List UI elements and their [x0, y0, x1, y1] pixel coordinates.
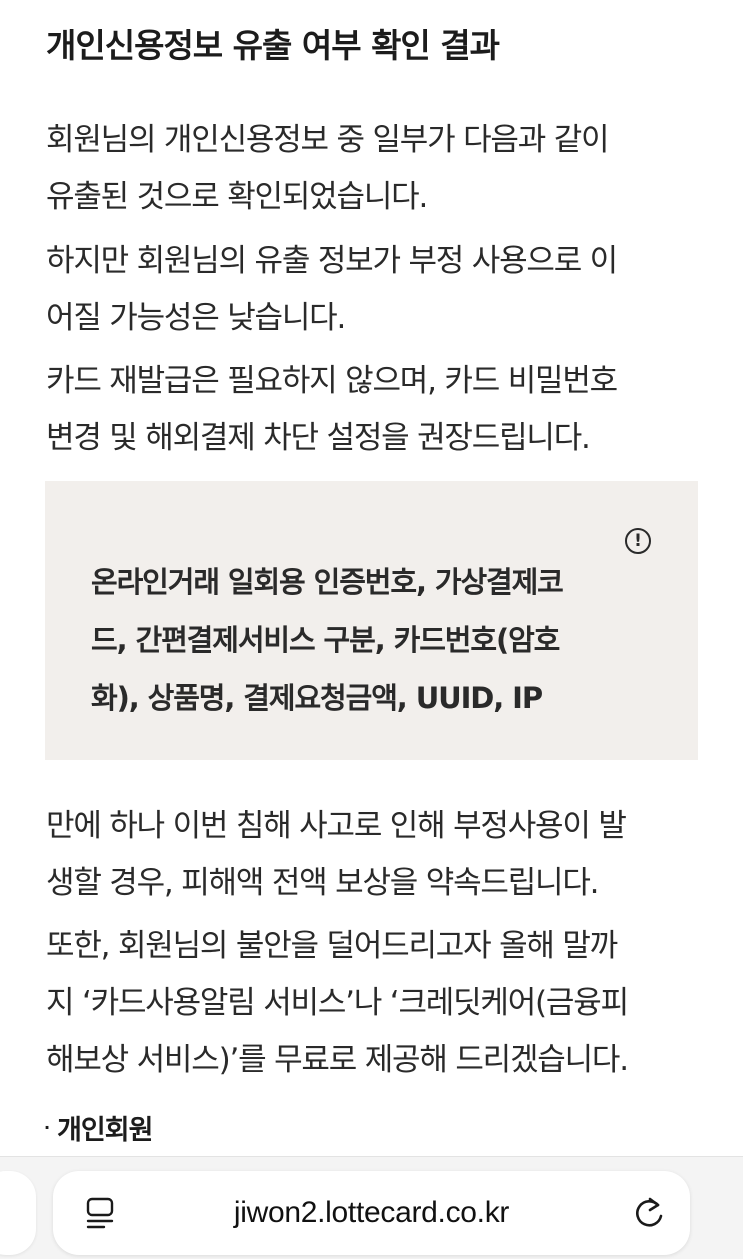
section-personal-member: · 개인회원: [44, 1108, 153, 1151]
paragraph-line: 회원님의 개인신용정보 중 일부가 다음과 같이: [46, 122, 610, 158]
paragraph-line: 만에 하나 이번 침해 사고로 인해 부정사용이 발: [46, 808, 627, 844]
address-bar[interactable]: jiwon2.lottecard.co.kr: [53, 1171, 690, 1255]
page-content: 개인신용정보 유출 여부 확인 결과 회원님의 개인신용정보 중 일부가 다음과…: [0, 0, 743, 1160]
leaked-info-list: 온라인거래 일회용 인증번호, 가상결제코 드, 간편결제서비스 구분, 카드번…: [91, 553, 671, 727]
leaked-info-line: 화), 상품명, 결제요청금액, UUID, IP: [91, 681, 543, 715]
paragraph-line: 지 ‘카드사용알림 서비스’나 ‘크레딧케어(금융피: [46, 985, 629, 1021]
info-circle-icon[interactable]: !: [625, 528, 651, 554]
section-label-text: 개인회원: [57, 1115, 153, 1146]
paragraph-line: 해보상 서비스)’를 무료로 제공해 드리겠습니다.: [46, 1042, 629, 1078]
previous-tab-card[interactable]: [0, 1171, 36, 1255]
paragraph-line: 또한, 회원님의 불안을 덜어드리고자 올해 말까: [46, 928, 618, 964]
paragraph-compensation: 만에 하나 이번 침해 사고로 인해 부정사용이 발 생할 경우, 피해액 전액…: [46, 798, 706, 912]
page-title: 개인신용정보 유출 여부 확인 결과: [46, 26, 500, 65]
paragraph-recommendation: 카드 재발급은 필요하지 않으며, 카드 비밀번호 변경 및 해외결제 차단 설…: [46, 353, 706, 467]
paragraph-free-service: 또한, 회원님의 불안을 덜어드리고자 올해 말까 지 ‘카드사용알림 서비스’…: [46, 918, 706, 1089]
reload-icon[interactable]: [632, 1195, 666, 1231]
paragraph-line: 하지만 회원님의 유출 정보가 부정 사용으로 이: [46, 243, 618, 279]
paragraph-line: 어질 가능성은 낮습니다.: [46, 300, 346, 336]
paragraph-line: 유출된 것으로 확인되었습니다.: [46, 179, 428, 215]
url-text[interactable]: jiwon2.lottecard.co.kr: [53, 1193, 690, 1233]
paragraph-line: 카드 재발급은 필요하지 않으며, 카드 비밀번호: [46, 363, 618, 399]
leaked-info-line: 온라인거래 일회용 인증번호, 가상결제코: [91, 565, 564, 599]
paragraph-low-risk: 하지만 회원님의 유출 정보가 부정 사용으로 이 어질 가능성은 낮습니다.: [46, 233, 706, 347]
paragraph-line: 변경 및 해외결제 차단 설정을 권장드립니다.: [46, 420, 591, 456]
leaked-info-box: ! 온라인거래 일회용 인증번호, 가상결제코 드, 간편결제서비스 구분, 카…: [45, 481, 698, 760]
bullet-dot: ·: [44, 1118, 50, 1137]
paragraph-line: 생할 경우, 피해액 전액 보상을 약속드립니다.: [46, 865, 600, 901]
paragraph-leak-notice: 회원님의 개인신용정보 중 일부가 다음과 같이 유출된 것으로 확인되었습니다…: [46, 112, 706, 226]
leaked-info-line: 드, 간편결제서비스 구분, 카드번호(암호: [91, 623, 560, 657]
browser-bottom-bar: jiwon2.lottecard.co.kr: [0, 1156, 743, 1259]
